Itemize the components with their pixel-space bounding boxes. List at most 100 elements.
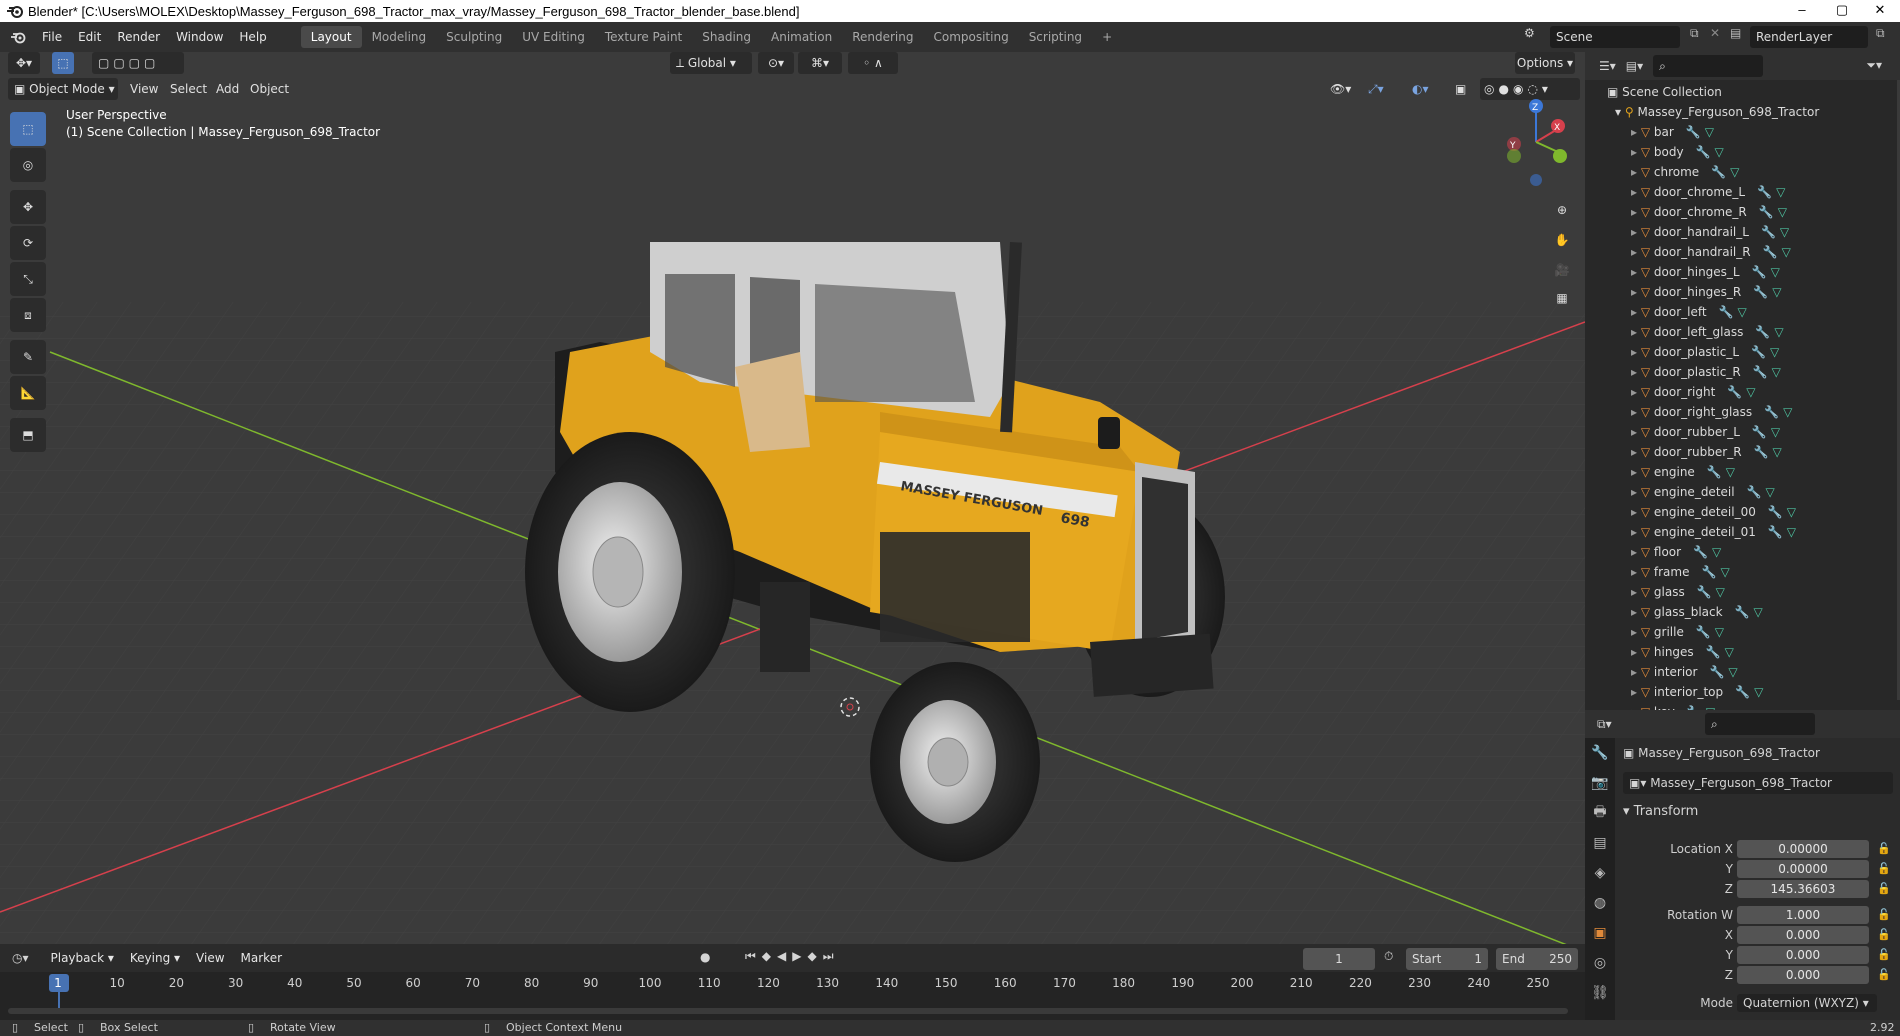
- selection-mode-icons[interactable]: ▢▢▢▢: [92, 52, 184, 74]
- modifier-wrench-icon[interactable]: 🔧: [1757, 185, 1772, 199]
- modifier-wrench-icon[interactable]: 🔧: [1707, 465, 1722, 479]
- outliner-item[interactable]: ▸ ▽ door_chrome_R 🔧 ▽: [1585, 202, 1900, 222]
- new-layer-icon[interactable]: ⧉: [1876, 26, 1885, 41]
- modifier-wrench-icon[interactable]: 🔧: [1754, 445, 1769, 459]
- xray-icon[interactable]: ▣: [1455, 78, 1475, 100]
- display-mode-icon[interactable]: ▤▾: [1626, 59, 1643, 73]
- outliner-item[interactable]: ▸ ▽ floor 🔧 ▽: [1585, 542, 1900, 562]
- viewport-scene[interactable]: MASSEY FERGUSON 698: [0, 52, 1585, 944]
- properties-search-input[interactable]: ⌕: [1705, 713, 1815, 735]
- outliner-item[interactable]: ▸ ▽ chrome 🔧 ▽: [1585, 162, 1900, 182]
- mesh-data-icon[interactable]: ▽: [1778, 205, 1787, 219]
- mesh-data-icon[interactable]: ▽: [1787, 525, 1796, 539]
- lock-icon[interactable]: 🔓: [1877, 908, 1891, 921]
- select-tool-icon[interactable]: ⬚: [52, 52, 74, 74]
- tab-animation[interactable]: Animation: [761, 26, 842, 48]
- frame-ruler[interactable]: 1 10 20 30 40 50 60 70 80 90 100 110 120 130 140 150 160…: [0, 972, 1585, 1020]
- delete-scene-icon[interactable]: ✕: [1710, 26, 1720, 40]
- mesh-data-icon[interactable]: ▽: [1783, 405, 1792, 419]
- modifier-wrench-icon[interactable]: 🔧: [1735, 685, 1750, 699]
- modifier-wrench-icon[interactable]: 🔧: [1709, 665, 1724, 679]
- outliner-item[interactable]: ▸ ▽ interior 🔧 ▽: [1585, 662, 1900, 682]
- modifier-wrench-icon[interactable]: 🔧: [1763, 245, 1778, 259]
- modifier-tab-icon[interactable]: ◎: [1585, 948, 1615, 978]
- expand-arrow-icon[interactable]: ▸: [1631, 585, 1641, 599]
- playback-controls[interactable]: ⏮◆◀▶◆⏭: [745, 949, 840, 964]
- modifier-wrench-icon[interactable]: 🔧: [1696, 625, 1711, 639]
- timeline-menu-keying[interactable]: Keying ▾: [122, 951, 188, 965]
- maximize-button[interactable]: ▢: [1822, 0, 1862, 22]
- start-frame-field[interactable]: Start 1: [1406, 948, 1488, 970]
- menu-window[interactable]: Window: [168, 30, 231, 44]
- tractor-collection-row[interactable]: ▾ ⚲ Massey_Ferguson_698_Tractor: [1585, 102, 1900, 122]
- pan-hand-icon[interactable]: ✋: [1548, 226, 1576, 254]
- modifier-wrench-icon[interactable]: 🔧: [1686, 125, 1701, 139]
- mesh-data-icon[interactable]: ▽: [1754, 685, 1763, 699]
- outliner-item[interactable]: ▸ ▽ door_handrail_R 🔧 ▽: [1585, 242, 1900, 262]
- expand-arrow-icon[interactable]: ▸: [1631, 165, 1641, 179]
- scene-tab-icon[interactable]: ◈: [1585, 858, 1615, 888]
- outliner-item[interactable]: ▸ ▽ door_left_glass 🔧 ▽: [1585, 322, 1900, 342]
- gizmo-toggle-icon[interactable]: ⤢▾: [1368, 78, 1404, 100]
- transform-tool-icon[interactable]: ⧈: [10, 298, 46, 332]
- overlay-toggle-icon[interactable]: ◐▾: [1412, 78, 1448, 100]
- measure-tool-icon[interactable]: 📐: [10, 376, 46, 410]
- object-data-field[interactable]: ▣▾ Massey_Ferguson_698_Tractor: [1623, 772, 1893, 794]
- expand-arrow-icon[interactable]: ▸: [1631, 405, 1641, 419]
- modifier-wrench-icon[interactable]: 🔧: [1747, 485, 1762, 499]
- modifier-wrench-icon[interactable]: 🔧: [1764, 405, 1779, 419]
- expand-arrow-icon[interactable]: ▸: [1631, 605, 1641, 619]
- mesh-data-icon[interactable]: ▽: [1746, 385, 1755, 399]
- outliner-item[interactable]: ▸ ▽ hinges 🔧 ▽: [1585, 642, 1900, 662]
- expand-arrow-icon[interactable]: ▸: [1631, 465, 1641, 479]
- camera-view-icon[interactable]: 🎥: [1548, 256, 1576, 284]
- scene-selector[interactable]: Scene: [1550, 26, 1680, 48]
- modifier-wrench-icon[interactable]: 🔧: [1727, 385, 1742, 399]
- mesh-data-icon[interactable]: ▽: [1712, 545, 1721, 559]
- lock-icon[interactable]: 🔓: [1877, 968, 1891, 981]
- collapse-arrow-icon[interactable]: ▾: [1623, 804, 1634, 819]
- view-layer-tab-icon[interactable]: ▤: [1585, 828, 1615, 858]
- mesh-data-icon[interactable]: ▽: [1754, 605, 1763, 619]
- render-layer-selector[interactable]: RenderLayer: [1750, 26, 1868, 48]
- clock-editor-icon[interactable]: ◷▾: [12, 951, 29, 965]
- viewport-menu-object[interactable]: Object: [250, 78, 289, 100]
- outliner-item[interactable]: ▸ ▽ door_chrome_L 🔧 ▽: [1585, 182, 1900, 202]
- constraint-tab-icon[interactable]: ⛓: [1585, 978, 1615, 1008]
- tab-texture-paint[interactable]: Texture Paint: [595, 26, 692, 48]
- mesh-data-icon[interactable]: ▽: [1771, 265, 1780, 279]
- timeline-menu-view[interactable]: View: [188, 951, 232, 965]
- modifier-wrench-icon[interactable]: 🔧: [1701, 565, 1716, 579]
- blender-menu-icon[interactable]: [10, 30, 26, 44]
- modifier-wrench-icon[interactable]: 🔧: [1759, 205, 1774, 219]
- tab-shading[interactable]: Shading: [692, 26, 761, 48]
- mesh-data-icon[interactable]: ▽: [1782, 245, 1791, 259]
- modifier-wrench-icon[interactable]: 🔧: [1751, 345, 1766, 359]
- mesh-data-icon[interactable]: ▽: [1715, 145, 1724, 159]
- end-frame-field[interactable]: End 250: [1496, 948, 1578, 970]
- 3d-viewport[interactable]: MASSEY FERGUSON 698 ✥▾ ⬚ ▢▢▢▢ ⟂ Global ▾…: [0, 52, 1585, 944]
- outliner-item[interactable]: ▸ ▽ door_plastic_L 🔧 ▽: [1585, 342, 1900, 362]
- render-tab-icon[interactable]: 📷: [1585, 768, 1615, 798]
- mesh-data-icon[interactable]: ▽: [1774, 325, 1783, 339]
- mesh-data-icon[interactable]: ▽: [1771, 425, 1780, 439]
- transform-section-header[interactable]: ▾ Transform: [1623, 804, 1698, 819]
- viewport-menu-add[interactable]: Add: [216, 78, 239, 100]
- mesh-data-icon[interactable]: ▽: [1715, 625, 1724, 639]
- object-tab-icon[interactable]: ▣: [1585, 918, 1615, 948]
- timeline-menu-marker[interactable]: Marker: [233, 951, 290, 965]
- mesh-data-icon[interactable]: ▽: [1726, 465, 1735, 479]
- navigation-gizmo[interactable]: Z X Y: [1498, 92, 1578, 202]
- mesh-data-icon[interactable]: ▽: [1705, 125, 1714, 139]
- mesh-data-icon[interactable]: ▽: [1766, 485, 1775, 499]
- move-tool-icon[interactable]: ✥: [10, 190, 46, 224]
- expand-arrow-icon[interactable]: ▸: [1631, 685, 1641, 699]
- expand-arrow-icon[interactable]: ▸: [1631, 365, 1641, 379]
- mesh-data-icon[interactable]: ▽: [1730, 165, 1739, 179]
- properties-panel[interactable]: ⧉▾ ⌕ 🔧 📷 🖶 ▤ ◈ ◍ ▣ ◎ ⛓ ▣ Massey_Ferguson…: [1585, 710, 1900, 1020]
- outliner-item[interactable]: ▸ ▽ bar 🔧 ▽: [1585, 122, 1900, 142]
- modifier-wrench-icon[interactable]: 🔧: [1753, 285, 1768, 299]
- outliner-editor-icon[interactable]: ☰▾: [1599, 59, 1616, 73]
- expand-arrow-icon[interactable]: ▸: [1631, 445, 1641, 459]
- expand-arrow-icon[interactable]: ▸: [1631, 205, 1641, 219]
